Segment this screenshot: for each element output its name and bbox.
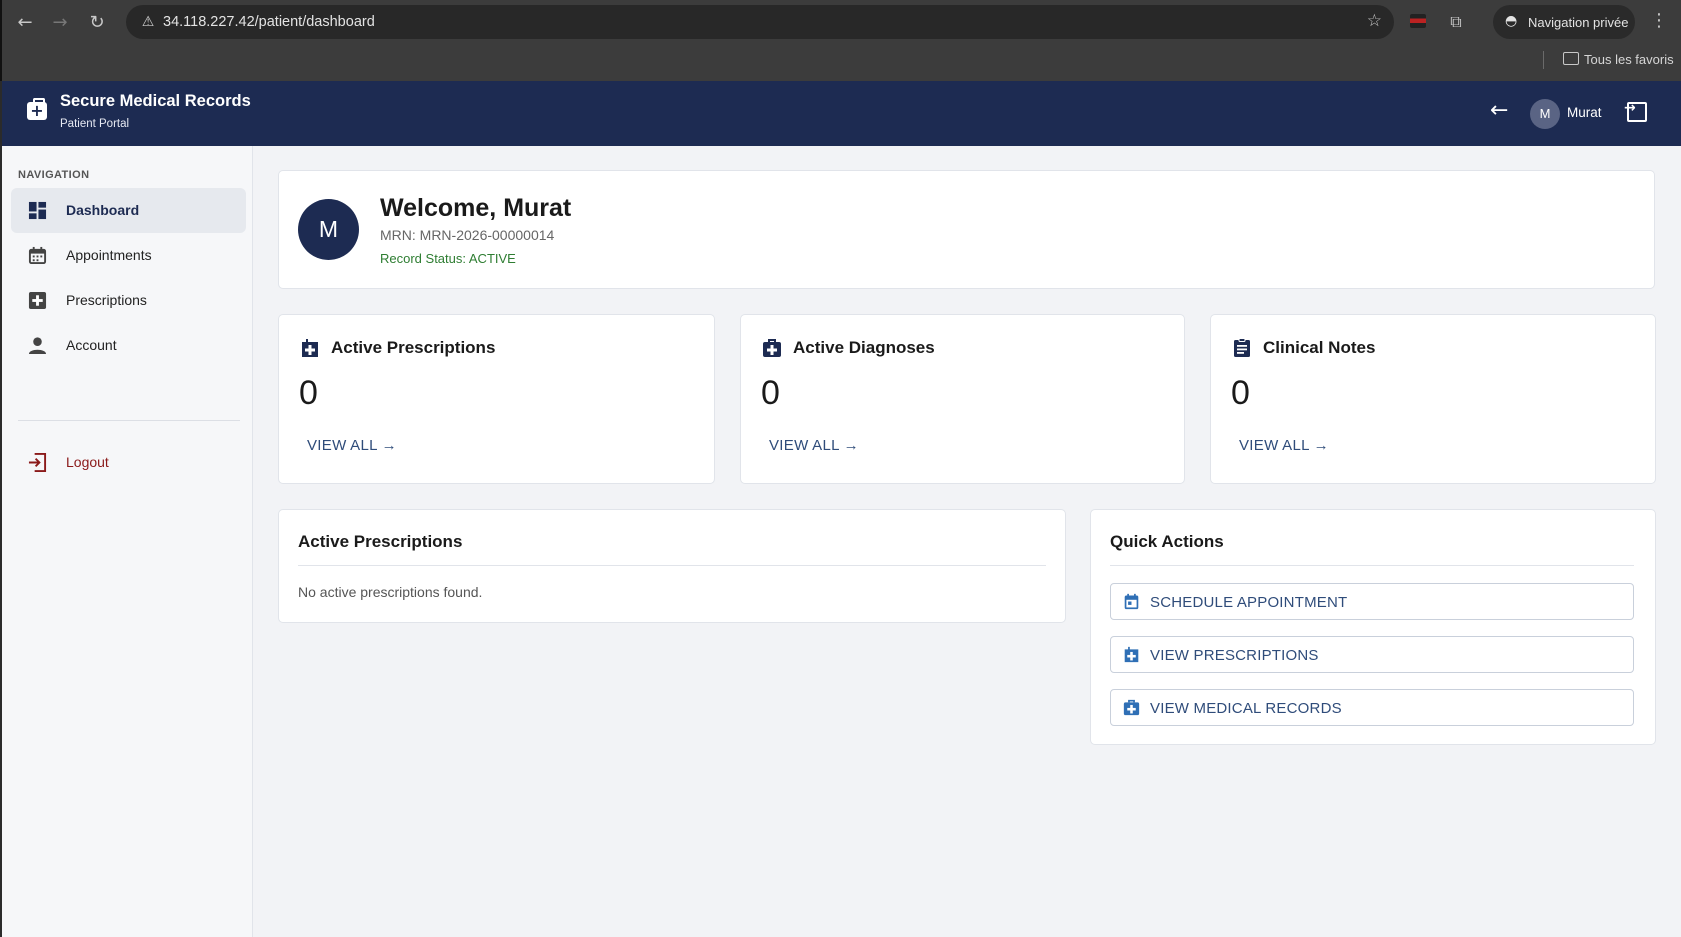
- sidebar-item-label: Logout: [66, 454, 109, 470]
- avatar: M: [298, 199, 359, 260]
- extension-flag-icon[interactable]: [1410, 14, 1426, 28]
- view-all-prescriptions-link[interactable]: VIEW ALL →: [307, 437, 397, 454]
- extensions-icon[interactable]: ⧉: [1444, 10, 1468, 34]
- person-icon: [28, 337, 47, 355]
- private-browsing-label: Navigation privée: [1528, 15, 1629, 30]
- stat-title: Active Prescriptions: [331, 338, 496, 357]
- app-header: Secure Medical Records Patient Portal ← …: [2, 81, 1681, 146]
- private-browsing-indicator[interactable]: ◓ Navigation privée: [1493, 5, 1635, 39]
- logout-icon: [28, 453, 47, 472]
- mrn-text: MRN: MRN-2026-00000014: [380, 227, 555, 243]
- panel-divider: [1110, 565, 1634, 566]
- folder-icon[interactable]: [1563, 52, 1579, 65]
- stat-card-diagnoses: Active Diagnoses 0 VIEW ALL →: [740, 314, 1185, 484]
- clipboard-icon: [1234, 338, 1250, 357]
- all-bookmarks-link[interactable]: Tous les favoris: [1584, 52, 1674, 67]
- app-title: Secure Medical Records: [60, 92, 251, 110]
- not-secure-warning-icon[interactable]: ⚠: [138, 12, 158, 32]
- sidebar-item-label: Prescriptions: [66, 292, 147, 308]
- sidebar-item-account[interactable]: Account: [11, 323, 246, 368]
- sidebar-item-logout[interactable]: Logout: [11, 440, 246, 485]
- medical-bag-icon: [763, 339, 781, 357]
- address-url[interactable]: 34.118.227.42/patient/dashboard: [163, 14, 375, 30]
- quick-actions-panel: Quick Actions SCHEDULE APPOINTMENT VIEW …: [1090, 509, 1656, 745]
- medical-bag-icon: [1123, 699, 1140, 716]
- app-subtitle: Patient Portal: [60, 118, 130, 130]
- prescription-icon: [1124, 646, 1139, 663]
- button-label: VIEW PRESCRIPTIONS: [1150, 647, 1319, 664]
- medical-bag-icon: [27, 98, 47, 120]
- calendar-icon: [28, 246, 47, 265]
- dashboard-icon: [28, 201, 47, 220]
- view-all-diagnoses-link[interactable]: VIEW ALL →: [769, 437, 859, 454]
- back-arrow-icon[interactable]: ←: [12, 10, 38, 36]
- stat-title: Clinical Notes: [1263, 338, 1376, 357]
- logout-icon[interactable]: [1624, 100, 1647, 122]
- sidebar-item-label: Account: [66, 337, 117, 353]
- button-label: VIEW MEDICAL RECORDS: [1150, 700, 1342, 717]
- stat-value: 0: [761, 374, 780, 412]
- sidebar-item-prescriptions[interactable]: Prescriptions: [11, 278, 246, 323]
- nav-divider: [18, 420, 240, 421]
- bookmarks-separator: [1543, 51, 1544, 69]
- reload-icon[interactable]: ↻: [84, 10, 110, 36]
- stat-title: Active Diagnoses: [793, 338, 935, 357]
- panel-title: Active Prescriptions: [298, 532, 463, 551]
- browser-chrome: ← → ↻ ⚠ 34.118.227.42/patient/dashboard …: [0, 0, 1681, 81]
- browser-menu-icon[interactable]: ⋮: [1650, 10, 1668, 31]
- user-avatar[interactable]: M: [1530, 99, 1560, 129]
- prescription-icon: [302, 339, 318, 357]
- browser-toolbar: ← → ↻ ⚠ 34.118.227.42/patient/dashboard …: [2, 0, 1681, 44]
- sidebar-item-label: Dashboard: [66, 202, 140, 218]
- view-all-clinical-notes-link[interactable]: VIEW ALL →: [1239, 437, 1329, 454]
- view-prescriptions-button[interactable]: VIEW PRESCRIPTIONS: [1110, 636, 1634, 673]
- bookmarks-bar: Tous les favoris: [2, 44, 1681, 81]
- page-title: Welcome, Murat: [380, 194, 572, 222]
- view-medical-records-button[interactable]: VIEW MEDICAL RECORDS: [1110, 689, 1634, 726]
- sidebar: NAVIGATION Dashboard Appointments Prescr…: [2, 146, 253, 937]
- user-name[interactable]: Murat: [1567, 105, 1602, 120]
- stat-value: 0: [299, 374, 318, 412]
- sidebar-item-label: Appointments: [66, 247, 152, 263]
- schedule-appointment-button[interactable]: SCHEDULE APPOINTMENT: [1110, 583, 1634, 620]
- incognito-icon: ◓: [1505, 13, 1518, 29]
- stat-value: 0: [1231, 374, 1250, 412]
- medical-plus-icon: [28, 291, 47, 310]
- welcome-card: M Welcome, Murat MRN: MRN-2026-00000014 …: [278, 170, 1655, 289]
- nav-heading: NAVIGATION: [18, 169, 90, 181]
- stat-card-clinical-notes: Clinical Notes 0 VIEW ALL →: [1210, 314, 1656, 484]
- forward-arrow-icon[interactable]: →: [47, 10, 73, 36]
- panel-title: Quick Actions: [1110, 532, 1224, 551]
- main-content: M Welcome, Murat MRN: MRN-2026-00000014 …: [253, 146, 1681, 937]
- calendar-icon: [1124, 593, 1139, 610]
- status-badge: Record Status: ACTIVE: [380, 251, 516, 266]
- stat-card-prescriptions: Active Prescriptions 0 VIEW ALL →: [278, 314, 715, 484]
- button-label: SCHEDULE APPOINTMENT: [1150, 594, 1348, 611]
- sidebar-item-appointments[interactable]: Appointments: [11, 233, 246, 278]
- active-prescriptions-panel: Active Prescriptions No active prescript…: [278, 509, 1066, 623]
- address-bar[interactable]: ⚠ 34.118.227.42/patient/dashboard ☆: [126, 5, 1394, 39]
- sidebar-item-dashboard[interactable]: Dashboard: [11, 188, 246, 233]
- bookmark-star-icon[interactable]: ☆: [1367, 11, 1382, 31]
- back-arrow-icon[interactable]: ←: [1490, 98, 1508, 123]
- panel-divider: [298, 565, 1046, 566]
- empty-state-text: No active prescriptions found.: [298, 584, 483, 600]
